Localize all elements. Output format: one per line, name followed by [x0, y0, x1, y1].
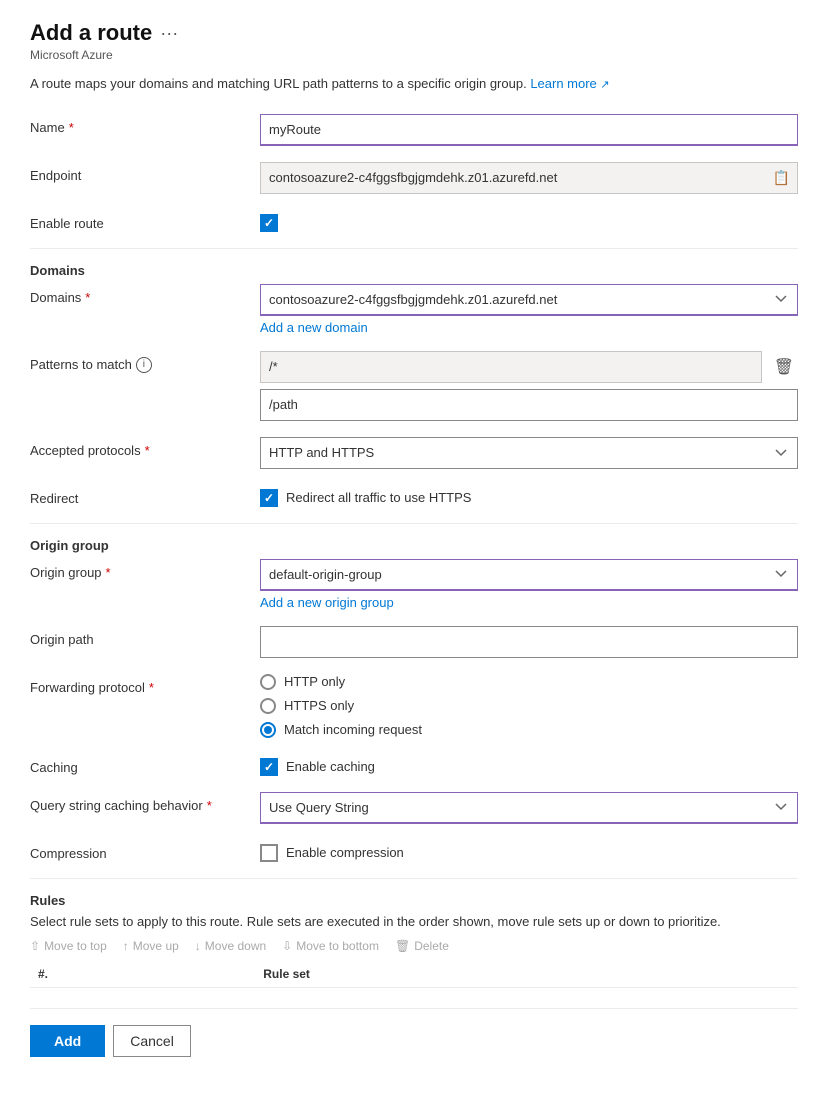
forwarding-match-option[interactable]: Match incoming request	[260, 722, 798, 738]
origin-path-label: Origin path	[30, 626, 260, 647]
caching-checkbox[interactable]: ✓	[260, 758, 278, 776]
query-string-label: Query string caching behavior *	[30, 792, 260, 813]
forwarding-https-radio[interactable]	[260, 698, 276, 714]
move-bottom-icon: ⇩	[282, 939, 292, 953]
move-bottom-button[interactable]: ⇩ Move to bottom	[282, 939, 379, 953]
forwarding-http-radio[interactable]	[260, 674, 276, 690]
delete-rule-icon: 🗑	[395, 939, 410, 953]
name-required: *	[69, 120, 74, 135]
copy-icon[interactable]: 📋	[773, 169, 790, 186]
page-title: Add a route	[30, 20, 152, 46]
move-up-icon: ↑	[123, 939, 129, 953]
forwarding-match-radio[interactable]	[260, 722, 276, 738]
page-description: A route maps your domains and matching U…	[30, 74, 798, 94]
domains-label: Domains *	[30, 284, 260, 305]
footer-buttons: Add Cancel	[30, 1008, 798, 1057]
move-down-icon: ↓	[195, 939, 201, 953]
page-subtitle: Microsoft Azure	[30, 48, 798, 62]
caching-label: Caching	[30, 754, 260, 775]
enable-route-label: Enable route	[30, 210, 260, 231]
compression-text: Enable compression	[286, 845, 404, 860]
redirect-checkbox[interactable]: ✓	[260, 489, 278, 507]
domains-section-header: Domains	[30, 263, 798, 278]
compression-label: Compression	[30, 840, 260, 861]
move-top-icon: ⇧	[30, 939, 40, 953]
accepted-protocols-label: Accepted protocols *	[30, 437, 260, 458]
add-origin-link[interactable]: Add a new origin group	[260, 595, 394, 610]
forwarding-https-label: HTTPS only	[284, 698, 354, 713]
pattern-input-extra[interactable]	[260, 389, 798, 421]
origin-path-input[interactable]	[260, 626, 798, 658]
more-options-icon[interactable]: ···	[160, 23, 178, 44]
origin-group-label: Origin group *	[30, 559, 260, 580]
endpoint-input	[260, 162, 798, 194]
pattern-input-default[interactable]	[260, 351, 762, 383]
forwarding-http-label: HTTP only	[284, 674, 345, 689]
origin-group-select[interactable]: default-origin-group	[260, 559, 798, 591]
rules-col-ruleset: Rule set	[255, 961, 798, 988]
accepted-protocols-select[interactable]: HTTP and HTTPS HTTP only HTTPS only	[260, 437, 798, 469]
origin-group-section-header: Origin group	[30, 538, 798, 553]
rules-description: Select rule sets to apply to this route.…	[30, 912, 798, 932]
learn-more-link[interactable]: Learn more ↗	[530, 76, 609, 91]
patterns-info-icon: i	[136, 357, 152, 373]
caching-text: Enable caching	[286, 759, 375, 774]
forwarding-http-option[interactable]: HTTP only	[260, 674, 798, 690]
rules-col-hash: #.	[30, 961, 255, 988]
patterns-label: Patterns to match i	[30, 351, 260, 373]
checkmark-icon: ✓	[264, 217, 274, 229]
add-button[interactable]: Add	[30, 1025, 105, 1057]
rules-section: Rules Select rule sets to apply to this …	[30, 893, 798, 989]
compression-checkbox[interactable]	[260, 844, 278, 862]
domains-select[interactable]: contosoazure2-c4fggsfbgjgmdehk.z01.azure…	[260, 284, 798, 316]
query-string-select[interactable]: Use Query String Ignore Query String	[260, 792, 798, 824]
redirect-text: Redirect all traffic to use HTTPS	[286, 490, 471, 505]
forwarding-protocol-label: Forwarding protocol *	[30, 674, 260, 695]
move-up-button[interactable]: ↑ Move up	[123, 939, 179, 953]
radio-selected-dot	[264, 726, 272, 734]
forwarding-https-option[interactable]: HTTPS only	[260, 698, 798, 714]
delete-rule-button[interactable]: 🗑 Delete	[395, 939, 449, 953]
add-domain-link[interactable]: Add a new domain	[260, 320, 368, 335]
caching-checkmark-icon: ✓	[264, 761, 274, 773]
endpoint-label: Endpoint	[30, 162, 260, 183]
name-input[interactable]	[260, 114, 798, 146]
redirect-checkmark-icon: ✓	[264, 492, 274, 504]
enable-route-checkbox[interactable]: ✓	[260, 214, 278, 232]
rules-section-header: Rules	[30, 893, 798, 908]
cancel-button[interactable]: Cancel	[113, 1025, 191, 1057]
forwarding-match-label: Match incoming request	[284, 722, 422, 737]
name-label: Name *	[30, 114, 260, 135]
rules-table: #. Rule set	[30, 961, 798, 988]
move-down-button[interactable]: ↓ Move down	[195, 939, 266, 953]
move-top-button[interactable]: ⇧ Move to top	[30, 939, 107, 953]
redirect-label: Redirect	[30, 485, 260, 506]
delete-pattern-button[interactable]: 🗑	[770, 357, 798, 377]
